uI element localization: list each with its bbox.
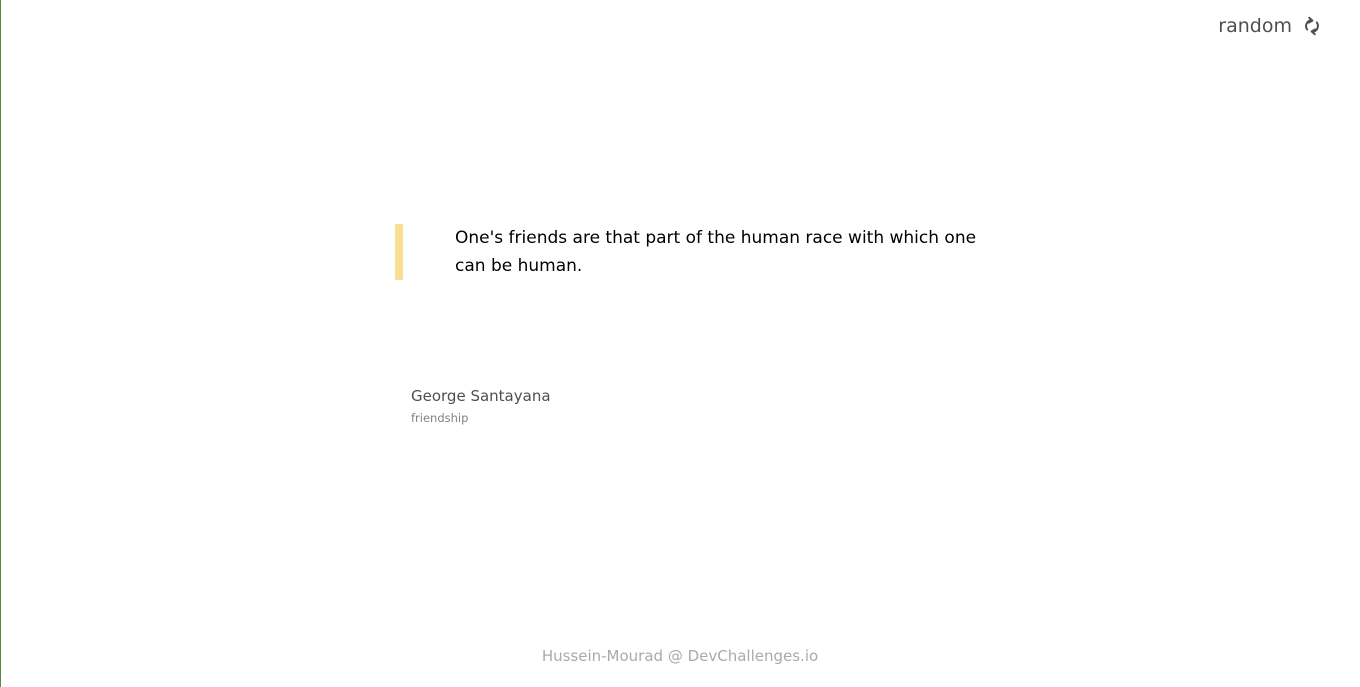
refresh-icon [1302,16,1322,36]
author-name: George Santayana [411,387,551,405]
random-button[interactable]: random [1218,12,1322,40]
footer-credit: Hussein-Mourad @ DevChallenges.io [541,647,819,665]
quote-block: One's friends are that part of the human… [395,224,976,280]
left-edge-border [0,0,1,687]
quote-genre: friendship [411,411,469,425]
random-label: random [1218,15,1292,37]
author-info[interactable]: George Santayana friendship [411,384,711,427]
quote-text: One's friends are that part of the human… [455,228,977,276]
quote-accent-bar [395,224,403,280]
